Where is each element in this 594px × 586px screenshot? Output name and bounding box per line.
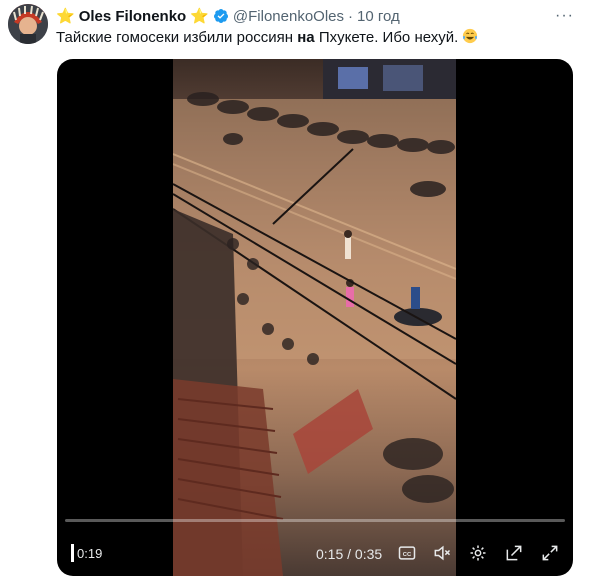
author-handle[interactable]: @FilonenkoOles xyxy=(233,8,344,25)
verified-badge-icon xyxy=(213,9,228,23)
settings-button[interactable] xyxy=(467,542,489,564)
mute-icon xyxy=(434,545,451,561)
more-options-icon[interactable]: ··· xyxy=(555,7,574,25)
fullscreen-button[interactable] xyxy=(539,542,561,564)
tweet-text-part: Пхукете. Ибо нехуй. xyxy=(314,29,459,46)
elapsed-time: 0:19 xyxy=(77,546,103,561)
tweet-header: ⭐ Oles Filonenko ⭐ @FilonenkoOles · 10 г… xyxy=(56,6,400,26)
avatar-image xyxy=(8,4,48,44)
video-player[interactable]: 0:19 0:15 / 0:35 CC xyxy=(57,59,573,576)
video-progress-bar[interactable] xyxy=(65,519,565,522)
playhead-marker xyxy=(71,544,74,562)
separator-dot: · xyxy=(348,7,354,25)
captions-button[interactable]: CC xyxy=(396,542,418,564)
video-controls: 0:19 0:15 / 0:35 CC xyxy=(57,516,573,576)
star-icon: ⭐ xyxy=(56,7,75,25)
fullscreen-icon xyxy=(542,545,558,561)
settings-icon xyxy=(470,545,486,561)
svg-text:CC: CC xyxy=(403,552,412,558)
author-avatar[interactable] xyxy=(8,4,48,44)
cc-icon: CC xyxy=(398,546,416,560)
video-scene xyxy=(173,59,456,576)
tweet-text-bold: на xyxy=(297,29,315,46)
popout-button[interactable] xyxy=(503,542,525,564)
video-frame[interactable] xyxy=(173,59,456,576)
laughing-tears-emoji-icon xyxy=(463,28,478,44)
star-icon: ⭐ xyxy=(190,7,209,25)
author-name[interactable]: Oles Filonenko xyxy=(79,8,187,25)
tweet-timestamp[interactable]: 10 год xyxy=(357,8,400,25)
tweet-card[interactable]: ⭐ Oles Filonenko ⭐ @FilonenkoOles · 10 г… xyxy=(0,0,594,586)
tweet-text: Тайские гомосеки избили россиян на Пхуке… xyxy=(56,28,478,48)
popout-icon xyxy=(506,545,522,561)
video-timecode: 0:15 / 0:35 xyxy=(316,546,383,562)
mute-button[interactable] xyxy=(431,542,453,564)
tweet-text-part: Тайские гомосеки избили россиян xyxy=(56,29,298,46)
